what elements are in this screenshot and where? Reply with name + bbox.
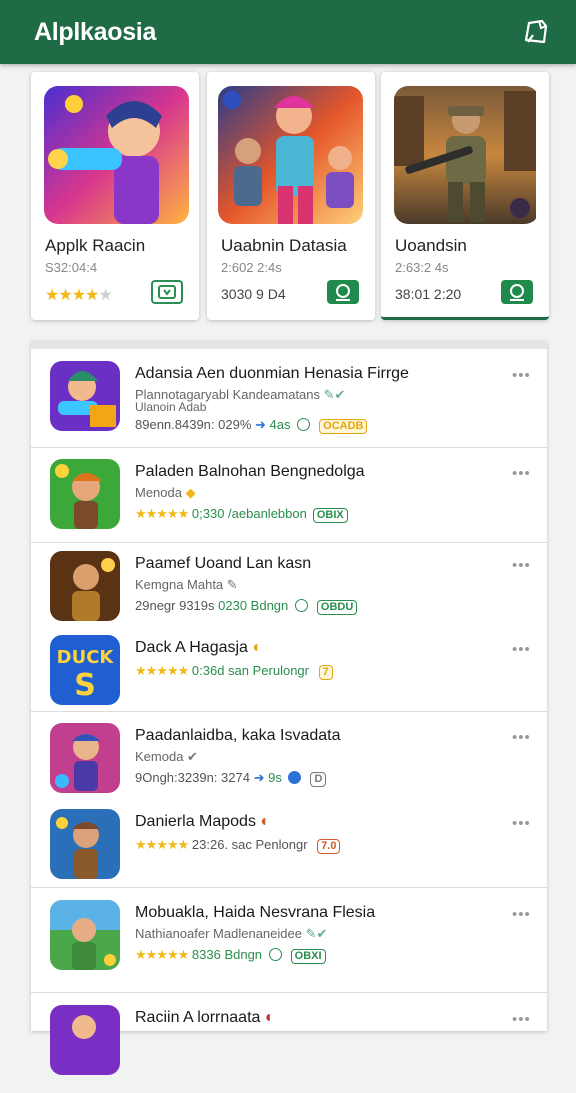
featured-card[interactable]: Uaabnin Datasia 2:602 2:4s 3030 9 D4 [207, 72, 375, 320]
divider [31, 887, 547, 888]
app-meta: ★★★★★ 0:36d san Perulongr 7 [135, 663, 333, 680]
app-subtitle: Nathianoafer Madlenaneidee ✎✔ [135, 926, 328, 941]
app-meta: 9Ongh:3239n: 3274 ➜ 9s D [135, 770, 327, 787]
featured-app-meta: 2:63:2 4s [395, 260, 449, 275]
app-subtitle: Kemoda ✔ [135, 749, 198, 764]
app-subtitle: Menoda ◆ [135, 485, 196, 500]
app-title: Raciin A lorrnaata ◐ [135, 1009, 275, 1026]
svg-text:S: S [74, 668, 96, 703]
featured-app-art [44, 86, 189, 224]
install-icon [336, 284, 350, 301]
featured-app-art [394, 86, 539, 224]
app-title: Danierla Mapods ◐ [135, 813, 271, 830]
app-icon [50, 723, 120, 793]
install-icon [158, 285, 176, 299]
status-badge: OBXI [290, 949, 326, 964]
app-title: Paladen Balnohan Bengnedolga [135, 463, 365, 480]
list-item[interactable]: Danierla Mapods ◐ ★★★★★ 23:26. sac Penlo… [31, 809, 547, 897]
app-title: Alplkaosia [34, 18, 157, 46]
list-item[interactable]: Paamef Uoand Lan kasn Kemgna Mahta ✎ 29n… [31, 551, 547, 639]
app-icon [50, 809, 120, 879]
install-button[interactable] [327, 280, 359, 304]
divider [31, 992, 547, 993]
list-item[interactable]: Paladen Balnohan Bengnedolga Menoda ◆ ★★… [31, 459, 547, 547]
status-badge: D [310, 772, 327, 787]
install-button[interactable] [151, 280, 183, 304]
more-options-icon[interactable]: ••• [512, 906, 531, 923]
featured-card[interactable]: Applk Raacin S32:04:4 ★★★★★ [31, 72, 199, 320]
featured-app-meta: S32:04:4 [45, 260, 98, 275]
app-meta: ★★★★★ 23:26. sac Penlongr 7.0 [135, 837, 341, 854]
featured-card[interactable]: Uoandsin 2:63:2 4s 38:01 2:20 [381, 72, 549, 320]
status-badge: OBIX [312, 508, 348, 523]
featured-app-extra: 3030 9 D4 [221, 286, 286, 302]
svg-text:DUCK: DUCK [57, 647, 115, 668]
status-badge: 7.0 [317, 839, 341, 854]
more-options-icon[interactable]: ••• [512, 815, 531, 832]
app-title: Paadanlaidba, kaka Isvadata [135, 727, 341, 744]
app-title: Paamef Uoand Lan kasn [135, 555, 312, 572]
featured-app-meta: 2:602 2:4s [221, 260, 282, 275]
featured-app-name: Uoandsin [395, 236, 467, 255]
list-item[interactable]: DUCK S Dack A Hagasja ◐ ★★★★★ 0:36d san P… [31, 635, 547, 723]
app-icon [50, 459, 120, 529]
featured-app-extra: 38:01 2:20 [395, 286, 462, 302]
divider [31, 711, 547, 712]
rating-stars: ★★★★★ [45, 287, 113, 304]
list-item[interactable]: Raciin A lorrnaata ◐ ••• [31, 1005, 547, 1093]
app-icon [50, 361, 120, 431]
app-icon [50, 1005, 120, 1075]
more-options-icon[interactable]: ••• [512, 367, 531, 384]
featured-app-art [218, 86, 363, 224]
status-badge: OCADB [319, 419, 368, 434]
divider [31, 542, 547, 543]
app-meta: ★★★★★ 0;330 /aebanlebbon OBIX [135, 506, 348, 523]
divider [31, 447, 547, 448]
status-badge: OBDU [316, 600, 358, 615]
list-header-bar [31, 341, 547, 349]
app-title: Dack A Hagasja ◐ [135, 639, 263, 656]
app-subtitle-2: Ulanoin Adab [135, 400, 207, 414]
more-options-icon[interactable]: ••• [512, 557, 531, 574]
more-options-icon[interactable]: ••• [512, 641, 531, 658]
install-button[interactable] [501, 280, 533, 304]
more-options-icon[interactable]: ••• [512, 729, 531, 746]
list-item[interactable]: Adansia Aen duonmian Henasia Firrge Plan… [31, 361, 547, 449]
list-item[interactable]: Paadanlaidba, kaka Isvadata Kemoda ✔ 9On… [31, 723, 547, 811]
install-icon [510, 284, 524, 301]
app-subtitle: Kemgna Mahta ✎ [135, 577, 238, 592]
status-badge: 7 [318, 665, 333, 680]
app-meta: 29negr 9319s 0230 Bdngn OBDU [135, 598, 358, 615]
app-title: Adansia Aen duonmian Henasia Firrge [135, 365, 409, 382]
more-options-icon[interactable]: ••• [512, 465, 531, 482]
note-edit-icon[interactable] [520, 16, 552, 48]
app-bar: Alplkaosia [0, 0, 576, 64]
app-title: Mobuakla, Haida Nesvrana Flesia [135, 904, 376, 921]
app-icon [50, 900, 120, 970]
app-meta: 89enn.8439n: 029% ➜ 4as OCADB [135, 417, 368, 434]
app-icon [50, 551, 120, 621]
app-list: Adansia Aen duonmian Henasia Firrge Plan… [31, 341, 547, 1075]
more-options-icon[interactable]: ••• [512, 1011, 531, 1028]
app-icon: DUCK S [50, 635, 120, 705]
app-meta: ★★★★★ 8336 Bdngn OBXI [135, 947, 326, 964]
featured-app-name: Uaabnin Datasia [221, 236, 347, 255]
featured-app-name: Applk Raacin [45, 236, 146, 255]
list-item[interactable]: Mobuakla, Haida Nesvrana Flesia Nathiano… [31, 900, 547, 988]
